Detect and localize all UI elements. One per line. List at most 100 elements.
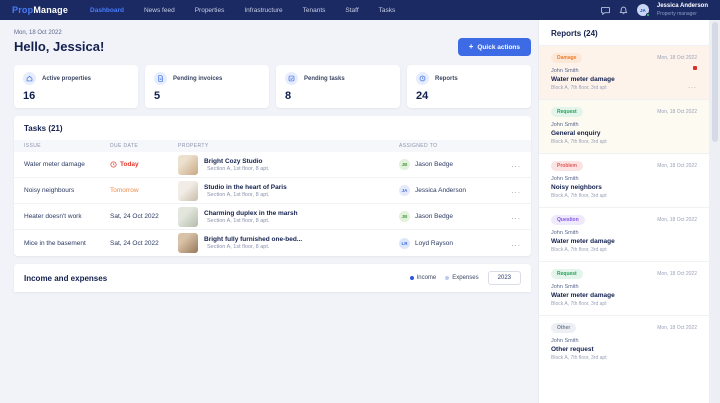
stat-card-active-properties[interactable]: Active properties 16 [14, 65, 138, 108]
stat-label: Pending invoices [173, 76, 222, 82]
assignee-avatar: LR [399, 238, 410, 249]
property-location: Section A, 1st floor, 8 apt. [207, 218, 298, 224]
legend-income: Income [410, 275, 437, 281]
reports-title: Reports (24) [539, 20, 709, 45]
stat-card-pending-invoices[interactable]: Pending invoices 5 [145, 65, 269, 108]
report-badge-request: Request [551, 269, 583, 279]
nav-item-tenants[interactable]: Tenants [303, 7, 326, 14]
nav-item-news-feed[interactable]: News feed [144, 7, 175, 14]
row-menu-icon[interactable]: ... [499, 160, 521, 169]
unread-indicator [693, 66, 697, 70]
task-due-date: Today [110, 161, 178, 168]
report-date: Mon, 18 Oct 2022 [657, 55, 697, 61]
report-location: Block A, 7th floor, 3rd apt [551, 301, 697, 307]
report-card[interactable]: Other Mon, 18 Oct 2022 John Smith Other … [539, 315, 709, 369]
tasks-title: Tasks (21) [14, 116, 531, 140]
greeting-header: Mon, 18 Oct 2022 Hello, Jessica! + Quick… [14, 30, 531, 56]
tasks-table-header: Issue Due date Property Assigned to [14, 140, 531, 152]
assignee-name: Jessica Anderson [415, 187, 466, 194]
report-location: Block A, 7th floor, 3rd apt [551, 355, 697, 361]
nav-item-staff[interactable]: Staff [345, 7, 358, 14]
stat-value: 24 [416, 90, 522, 102]
report-card[interactable]: Damage Mon, 18 Oct 2022 John Smith Water… [539, 45, 709, 99]
report-date: Mon, 18 Oct 2022 [657, 271, 697, 277]
task-issue: Mice in the basement [24, 240, 110, 247]
report-card[interactable]: Request Mon, 18 Oct 2022 John Smith Wate… [539, 261, 709, 315]
main-content: Mon, 18 Oct 2022 Hello, Jessica! + Quick… [0, 20, 538, 403]
report-card[interactable]: Request Mon, 18 Oct 2022 John Smith Gene… [539, 99, 709, 153]
report-menu-icon[interactable]: ... [688, 83, 697, 90]
nav-item-properties[interactable]: Properties [195, 7, 225, 14]
report-card[interactable]: Question Mon, 18 Oct 2022 John Smith Wat… [539, 207, 709, 261]
property-location: Section A, 1st floor, 8 apt. [207, 166, 269, 172]
column-header-assigned-to: Assigned to [399, 143, 499, 149]
stat-value: 5 [154, 90, 260, 102]
report-badge-question: Question [551, 215, 585, 225]
task-issue: Heater doesn't work [24, 213, 110, 220]
task-due-date: Tomorrow [110, 187, 178, 194]
nav-item-tasks[interactable]: Tasks [379, 7, 396, 14]
pending-task-icon [285, 72, 298, 85]
clock-icon [110, 161, 117, 168]
brand-logo[interactable]: PropManage [12, 5, 68, 15]
task-property: Bright fully furnished one-bed... Sectio… [178, 233, 399, 253]
nav-item-infrastructure[interactable]: Infrastructure [244, 7, 282, 14]
report-subject: Other request [551, 346, 697, 353]
nav-item-dashboard[interactable]: Dashboard [90, 7, 124, 14]
report-card[interactable]: Problem Mon, 18 Oct 2022 John Smith Nois… [539, 153, 709, 207]
app-screen: PropManage Dashboard News feed Propertie… [0, 0, 720, 403]
scrollbar-thumb[interactable] [712, 22, 718, 142]
task-issue: Water meter damage [24, 161, 110, 168]
task-assignee: JA Jessica Anderson [399, 185, 499, 196]
user-name: Jessica Anderson [657, 3, 708, 11]
report-date: Mon, 18 Oct 2022 [657, 163, 697, 169]
quick-actions-button[interactable]: + Quick actions [458, 38, 531, 56]
current-date: Mon, 18 Oct 2022 [14, 30, 104, 36]
stat-label: Active properties [42, 76, 91, 82]
assignee-avatar: JB [399, 159, 410, 170]
column-header-issue: Issue [24, 143, 110, 149]
messages-icon[interactable] [601, 5, 611, 15]
notifications-icon[interactable] [619, 5, 629, 15]
income-expenses-card: Income and expenses Income Expenses 2023 [14, 264, 531, 292]
property-photo [178, 233, 198, 253]
property-name: Bright Cozy Studio [204, 158, 269, 165]
assignee-name: Jason Bedge [415, 161, 453, 168]
quick-actions-label: Quick actions [477, 44, 520, 51]
stat-card-reports[interactable]: Reports 24 [407, 65, 531, 108]
property-location: Section A, 1st floor, 8 apt. [207, 192, 287, 198]
user-role: Property manager [657, 11, 708, 17]
user-info[interactable]: Jessica Anderson Property manager [657, 3, 708, 17]
report-location: Block A, 7th floor, 3rd apt [551, 247, 697, 253]
report-date: Mon, 18 Oct 2022 [657, 109, 697, 115]
report-clock-icon [416, 72, 429, 85]
stats-row: Active properties 16 Pending invoices 5 [14, 65, 531, 108]
user-avatar[interactable]: JA [637, 4, 649, 16]
scrollbar[interactable] [709, 20, 720, 403]
report-badge-problem: Problem [551, 161, 583, 171]
report-location: Block A, 7th floor, 3rd apt [551, 193, 697, 199]
row-menu-icon[interactable]: ... [499, 239, 521, 248]
report-location: Block A, 7th floor, 3rd apt [551, 139, 697, 145]
table-row[interactable]: Mice in the basement Sat, 24 Oct 2022 Br… [14, 230, 531, 256]
year-select[interactable]: 2023 [488, 271, 521, 285]
report-badge-other: Other [551, 323, 576, 333]
report-subject: Water meter damage [551, 292, 697, 299]
home-icon [23, 72, 36, 85]
table-row[interactable]: Noisy neighbours Tomorrow Studio in the … [14, 178, 531, 204]
assignee-name: Loyd Rayson [415, 240, 453, 247]
row-menu-icon[interactable]: ... [499, 212, 521, 221]
avatar-initials: JA [640, 8, 646, 13]
report-reporter: John Smith [551, 122, 697, 128]
table-row[interactable]: Water meter damage Today Bright Cozy Stu… [14, 152, 531, 178]
row-menu-icon[interactable]: ... [499, 186, 521, 195]
table-row[interactable]: Heater doesn't work Sat, 24 Oct 2022 Cha… [14, 204, 531, 230]
report-reporter: John Smith [551, 338, 697, 344]
column-header-due-date: Due date [110, 143, 178, 149]
nav-items: Dashboard News feed Properties Infrastru… [90, 7, 601, 14]
property-name: Charming duplex in the marsh [204, 210, 298, 217]
reports-sidebar: Reports (24) Damage Mon, 18 Oct 2022 Joh… [538, 20, 709, 403]
task-property: Bright Cozy Studio Section A, 1st floor,… [178, 155, 399, 175]
stat-label: Pending tasks [304, 76, 345, 82]
stat-card-pending-tasks[interactable]: Pending tasks 8 [276, 65, 400, 108]
